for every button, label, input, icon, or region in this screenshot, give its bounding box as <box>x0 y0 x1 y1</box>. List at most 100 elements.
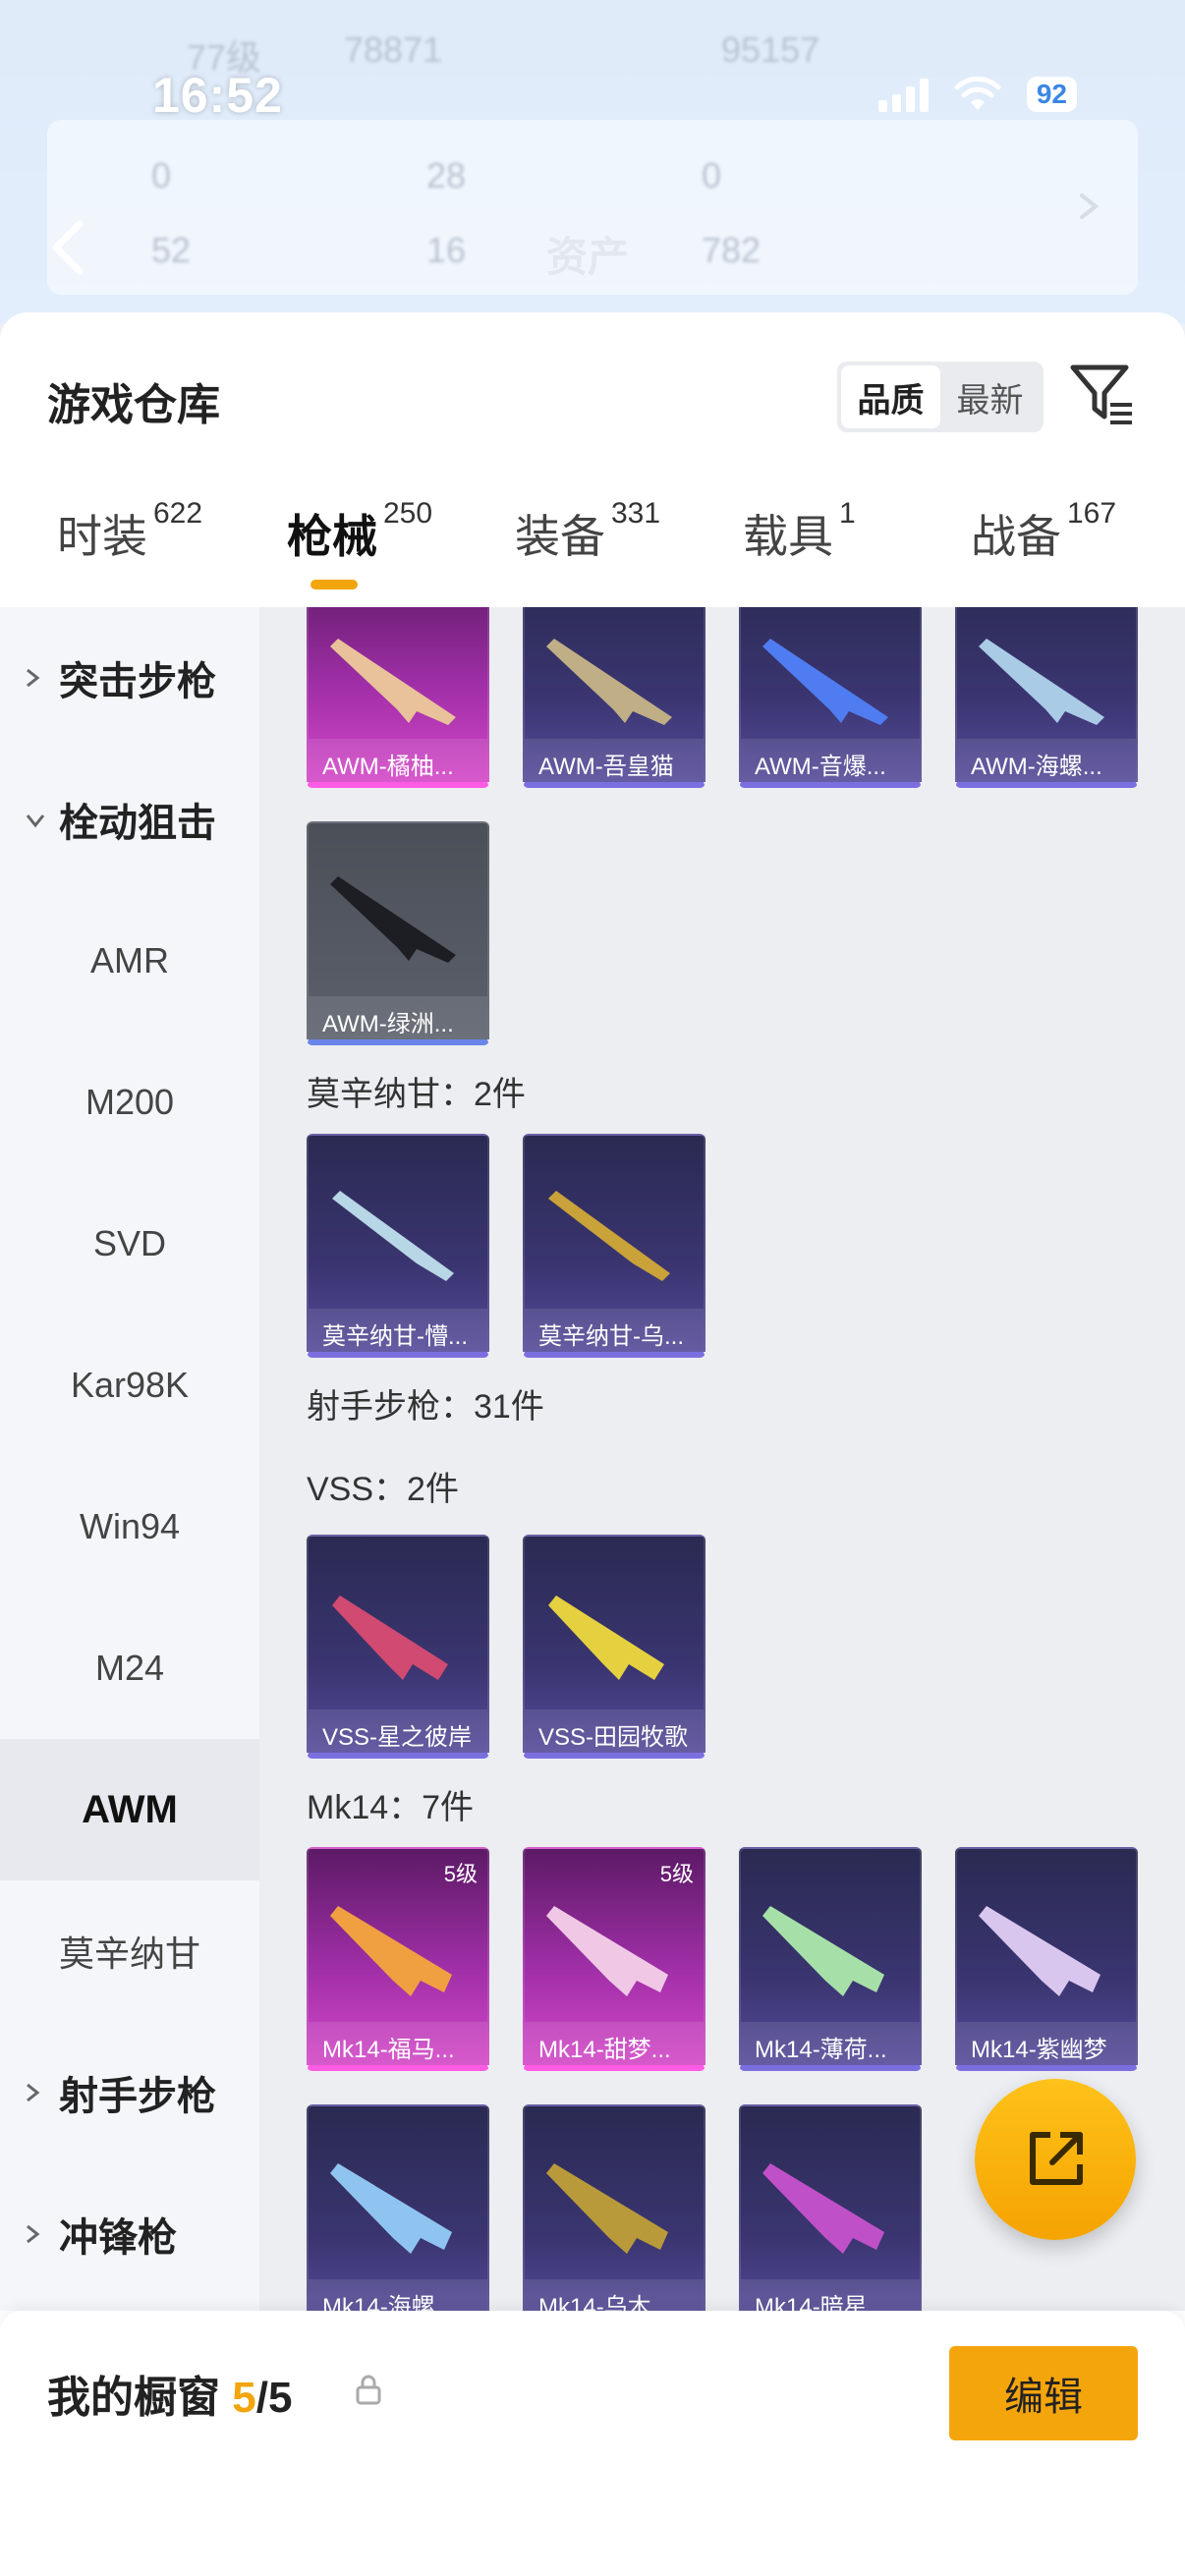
sidebar-item-m24[interactable]: M24 <box>0 1597 259 1739</box>
tab-label: 战备 <box>971 511 1061 562</box>
sidebar-group-label: 栓动狙击 <box>59 802 216 845</box>
weapon-name: Mk14-福马... <box>309 2022 487 2065</box>
sidebar-item-amr[interactable]: AMR <box>0 890 259 1032</box>
bolt-rifle-icon <box>548 1191 670 1281</box>
tab-label: 枪械 <box>287 511 377 562</box>
tab-weapons[interactable]: 枪械 250 <box>287 497 432 566</box>
sniper-rifle-icon <box>979 639 1104 725</box>
section-label-mk14: Mk14：7件 <box>307 1789 475 1826</box>
tab-label: 时装 <box>57 511 147 562</box>
weapon-card[interactable]: AWM-绿洲... <box>307 821 489 1045</box>
tab-equipment[interactable]: 装备 331 <box>515 497 660 566</box>
player-coins: 78871 <box>344 29 443 70</box>
weapon-card[interactable]: 5级 Mk14-福马... <box>307 1847 489 2071</box>
tab-supplies[interactable]: 战备 167 <box>971 497 1116 566</box>
asset-stat: 28 <box>426 155 467 196</box>
chevron-right-icon <box>27 668 40 688</box>
lock-icon <box>356 2375 381 2405</box>
asset-stat: 16 <box>426 230 467 270</box>
chevron-right-icon[interactable] <box>1076 192 1101 221</box>
asset-stat: 0 <box>702 155 722 196</box>
weapon-name: AWM-绿洲... <box>309 996 487 1039</box>
section-label-dmr: 射手步枪：31件 <box>307 1388 544 1426</box>
tab-vehicles[interactable]: 载具 1 <box>743 497 856 566</box>
weapon-name: AWM-音爆... <box>741 739 920 782</box>
weapon-name: AWM-吾皇猫 <box>525 739 704 782</box>
sidebar-item-awm[interactable]: AWM <box>0 1739 259 1880</box>
weapon-card[interactable]: 5级 Mk14-甜梦... <box>523 1847 705 2071</box>
edit-button[interactable]: 编辑 <box>949 2346 1138 2440</box>
weapon-card[interactable]: AWM-海螺... <box>955 607 1138 788</box>
wifi-icon <box>954 77 1001 110</box>
weapon-name: 莫辛纳甘-乌... <box>525 1309 704 1352</box>
mk14-rifle-icon <box>330 2163 452 2254</box>
weapon-card[interactable]: Mk14-乌木... <box>523 2104 705 2311</box>
weapon-card[interactable]: Mk14-薄荷... <box>739 1847 922 2071</box>
battery-indicator: 92 <box>1026 77 1077 112</box>
sidebar-group-assault-rifle[interactable]: 突击步枪 <box>0 607 259 749</box>
weapon-card[interactable]: 莫辛纳甘-乌... <box>523 1134 705 1358</box>
sort-quality-button[interactable]: 品质 <box>841 365 940 428</box>
weapon-card[interactable]: VSS-田园牧歌 <box>523 1535 705 1759</box>
asset-stat: 782 <box>702 230 762 270</box>
sidebar-group-label: 射手步枪 <box>59 2075 216 2118</box>
share-button[interactable] <box>975 2079 1136 2240</box>
tab-fashion[interactable]: 时装 622 <box>57 497 202 566</box>
sidebar-item-m200[interactable]: M200 <box>0 1032 259 1173</box>
sidebar-group-label: 冲锋枪 <box>59 2216 177 2260</box>
sidebar-group-bolt-sniper[interactable]: 栓动狙击 <box>0 749 259 890</box>
weapon-name: Mk14-甜梦... <box>525 2022 704 2065</box>
tab-count: 167 <box>1067 497 1117 530</box>
tab-count: 622 <box>153 497 203 530</box>
weapon-card[interactable]: VSS-星之彼岸 <box>307 1535 489 1759</box>
mk14-rifle-icon <box>979 1906 1100 1996</box>
filter-icon[interactable] <box>1069 360 1136 430</box>
sort-toggle[interactable]: 品质 最新 <box>837 362 1044 432</box>
bolt-rifle-icon <box>332 1191 454 1281</box>
tab-count: 331 <box>611 497 661 530</box>
vss-rifle-icon <box>548 1596 664 1680</box>
sidebar-group-label: 突击步枪 <box>59 660 216 703</box>
sidebar-item-mosin[interactable]: 莫辛纳甘 <box>0 1880 259 2022</box>
showcase-title: 我的橱窗 5/5 <box>47 2362 292 2425</box>
sidebar-group-smg[interactable]: 冲锋枪 <box>0 2163 259 2305</box>
sidebar-item-win94[interactable]: Win94 <box>0 1456 259 1597</box>
section-label-mosin: 莫辛纳甘：2件 <box>307 1076 526 1113</box>
sniper-rifle-icon <box>330 639 456 725</box>
weapon-card[interactable]: 莫辛纳甘-懵... <box>307 1134 489 1358</box>
back-arrow-icon[interactable] <box>44 218 93 277</box>
showcase-bar: 我的橱窗 5/5 编辑 <box>0 2311 1185 2576</box>
status-time: 16:52 <box>152 68 283 123</box>
sort-latest-button[interactable]: 最新 <box>940 365 1040 428</box>
mk14-rifle-icon <box>762 1906 884 1996</box>
sniper-rifle-icon <box>330 876 456 963</box>
sniper-rifle-icon <box>546 639 672 725</box>
weapon-name: Mk14-紫幽梦 <box>957 2022 1136 2065</box>
weapon-name: Mk14-薄荷... <box>741 2022 920 2065</box>
weapon-card[interactable]: AWM-橘柚... <box>307 607 489 788</box>
weapon-card[interactable]: AWM-吾皇猫 <box>523 607 705 788</box>
weapon-card[interactable]: AWM-音爆... <box>739 607 922 788</box>
weapon-name: Mk14-乌木... <box>525 2279 704 2311</box>
sidebar-item-kar98k[interactable]: Kar98K <box>0 1315 259 1456</box>
weapon-card[interactable]: Mk14-暗星... <box>739 2104 922 2311</box>
chevron-down-icon <box>26 814 45 828</box>
weapon-card[interactable]: Mk14-海螺... <box>307 2104 489 2311</box>
tab-label: 装备 <box>515 511 605 562</box>
asset-stat: 52 <box>151 230 192 270</box>
tab-label: 载具 <box>743 511 833 562</box>
mk14-rifle-icon <box>762 2163 884 2254</box>
sidebar-group-dmr[interactable]: 射手步枪 <box>0 2022 259 2163</box>
weapon-type-sidebar: 突击步枪 栓动狙击 AMR M200 SVD Kar98K Win94 M24 … <box>0 607 259 2311</box>
mk14-rifle-icon <box>546 1906 668 1996</box>
tab-count: 1 <box>839 497 856 530</box>
weapon-name: VSS-星之彼岸 <box>309 1709 487 1753</box>
sidebar-item-svd[interactable]: SVD <box>0 1173 259 1315</box>
mk14-rifle-icon <box>330 1906 452 1996</box>
weapon-name: AWM-橘柚... <box>309 739 487 782</box>
asset-stat: 0 <box>151 155 172 196</box>
weapon-card[interactable]: Mk14-紫幽梦 <box>955 1847 1138 2071</box>
status-icons: 92 <box>877 77 1077 112</box>
vss-rifle-icon <box>332 1596 448 1680</box>
chevron-right-icon <box>27 2224 40 2244</box>
